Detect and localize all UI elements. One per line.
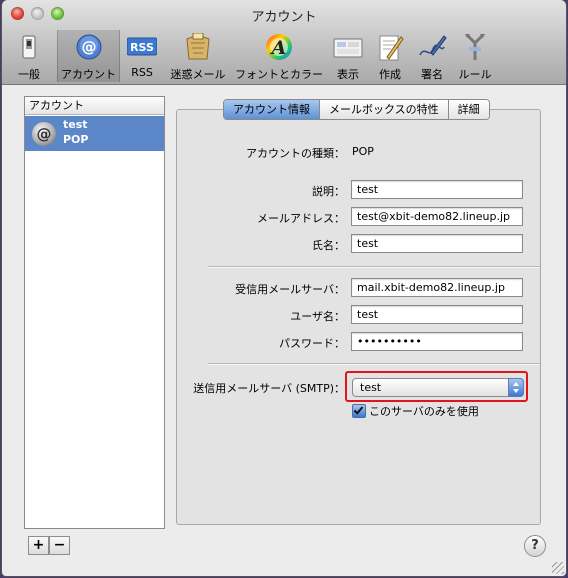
password-label: パスワード：	[279, 337, 345, 350]
account-type-value: POP	[352, 145, 374, 158]
tab-advanced[interactable]: 詳細	[448, 100, 489, 119]
full-name-field[interactable]	[351, 234, 523, 253]
resize-grip[interactable]	[552, 562, 564, 574]
toolbar-item-general[interactable]: 一般	[7, 30, 51, 82]
svg-text:@: @	[81, 38, 96, 56]
rules-icon	[465, 33, 485, 60]
red-highlight-box	[345, 371, 528, 402]
accounts-list-header: アカウント	[25, 97, 164, 115]
toolbar-item-composing[interactable]: 作成	[371, 30, 409, 82]
at-sign-icon: @	[76, 34, 101, 60]
toolbar-label-accounts: アカウント	[61, 68, 116, 81]
font-color-icon: A	[266, 34, 292, 60]
email-address-label: メールアドレス：	[257, 212, 345, 225]
use-only-this-server-label: このサーバのみを使用	[369, 405, 479, 418]
separator	[208, 266, 540, 267]
email-address-field[interactable]	[351, 207, 523, 226]
account-type-label: アカウントの種類：	[246, 147, 345, 160]
toolbar-item-fonts-colors[interactable]: A フォントとカラー	[233, 30, 325, 82]
toolbar-item-accounts[interactable]: @ アカウント	[57, 30, 120, 82]
at-sign-icon: @	[32, 122, 56, 146]
tab-account-information[interactable]: アカウント情報	[224, 100, 320, 119]
smtp-server-label: 送信用メールサーバ (SMTP)：	[193, 382, 345, 395]
toolbar-label-general: 一般	[18, 68, 40, 81]
title-bar: アカウント 一般 @ アカウント RSS RSS 迷惑メール A フォントとカラ…	[2, 0, 566, 85]
window-title: アカウント	[251, 10, 317, 25]
composing-icon	[379, 35, 404, 61]
toolbar-item-viewing[interactable]: 表示	[329, 30, 367, 82]
switch-icon	[22, 35, 36, 59]
incoming-server-field[interactable]	[351, 278, 523, 297]
toolbar-label-junk-mail: 迷惑メール	[170, 68, 226, 81]
description-label: 説明：	[312, 185, 345, 198]
description-field[interactable]	[351, 180, 523, 199]
toolbar-item-junk-mail[interactable]: 迷惑メール	[165, 30, 231, 82]
account-name: test	[63, 118, 88, 131]
signature-icon	[419, 35, 447, 56]
incoming-server-label: 受信用メールサーバ：	[235, 283, 345, 296]
accounts-list: アカウント @ test POP	[24, 96, 165, 529]
rss-icon: RSS	[127, 37, 157, 56]
toolbar-item-rules[interactable]: ルール	[455, 30, 495, 82]
account-row-test[interactable]: @ test POP	[25, 116, 164, 151]
toolbar-label-fonts-colors: フォントとカラー	[235, 68, 323, 81]
password-field[interactable]	[351, 332, 523, 351]
full-name-label: 氏名：	[312, 239, 345, 252]
toolbar-label-signatures: 署名	[421, 68, 443, 81]
preferences-toolbar: 一般 @ アカウント RSS RSS 迷惑メール A フォントとカラー 表示 作…	[7, 30, 566, 82]
account-type: POP	[63, 133, 89, 146]
viewing-icon	[333, 38, 363, 58]
toolbar-label-composing: 作成	[379, 68, 401, 81]
account-tabs: アカウント情報 メールボックスの特性 詳細	[223, 99, 490, 120]
preferences-window: アカウント 一般 @ アカウント RSS RSS 迷惑メール A フォントとカラ…	[2, 0, 566, 576]
toolbar-label-rules: ルール	[458, 68, 492, 81]
add-account-button[interactable]: +	[28, 536, 49, 555]
username-field[interactable]	[351, 305, 523, 324]
svg-text:A: A	[270, 37, 287, 59]
username-label: ユーザ名：	[290, 310, 345, 323]
help-button[interactable]: ?	[524, 535, 546, 557]
tab-mailbox-behaviors[interactable]: メールボックスの特性	[320, 100, 449, 119]
junk-mail-icon	[186, 33, 210, 60]
use-only-this-server-checkbox[interactable]	[352, 404, 366, 418]
toolbar-label-viewing: 表示	[337, 68, 359, 81]
toolbar-item-signatures[interactable]: 署名	[413, 30, 451, 82]
svg-text:RSS: RSS	[130, 41, 154, 54]
remove-account-button[interactable]: −	[49, 536, 70, 555]
toolbar-item-rss[interactable]: RSS RSS	[123, 30, 161, 82]
separator	[208, 363, 540, 364]
toolbar-label-rss: RSS	[131, 66, 153, 79]
